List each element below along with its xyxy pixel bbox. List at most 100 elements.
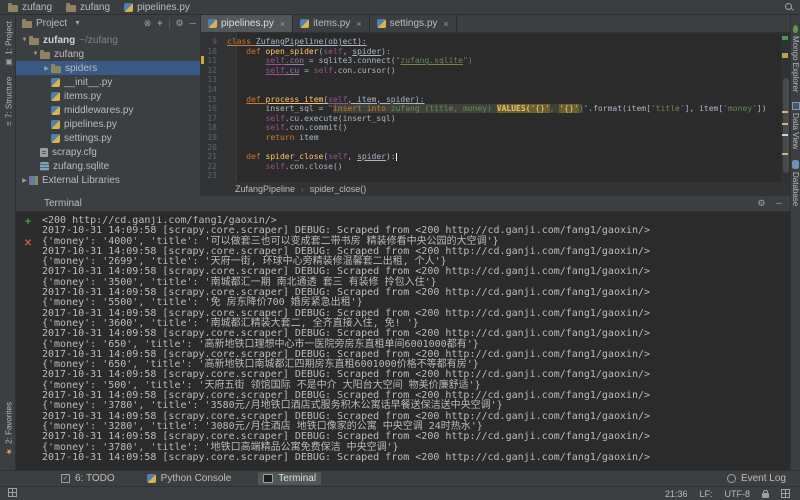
code-line: 22 self.con.close()	[201, 162, 781, 172]
plus-icon[interactable]: +	[16, 216, 40, 228]
code-token: self	[265, 123, 285, 133]
tool-button-data-view[interactable]: Data View	[791, 102, 800, 150]
search-icon[interactable]	[784, 2, 794, 12]
terminal-body[interactable]: + ✕ <200 http://cd.ganji.com/fang1/gaoxi…	[16, 212, 790, 470]
tree-item-zufang-sqlite[interactable]: zufang.sqlite	[16, 159, 200, 173]
tool-button-database[interactable]: Database	[791, 159, 800, 206]
titlebar-path-item-zufang[interactable]: zufang	[8, 2, 52, 13]
code-line: 16 insert_sql = "insert into zufang (tit…	[201, 104, 781, 114]
tool-button-python-console[interactable]: Python Console	[142, 472, 237, 485]
tool-button-1-project[interactable]: 1: Project	[3, 21, 15, 67]
close-icon[interactable]: ✕	[16, 238, 40, 250]
tree-item-init-py[interactable]: __init__.py	[16, 75, 200, 89]
hide-icon[interactable]	[776, 198, 782, 209]
line-separator[interactable]: LF:	[699, 489, 712, 499]
tree-item-zufang[interactable]: ▼ zufang	[16, 47, 200, 61]
breadcrumb-class[interactable]: ZufangPipeline	[235, 184, 295, 194]
code-token: .con.cursor()	[332, 65, 396, 75]
tab-items-py[interactable]: items.py ×	[293, 15, 370, 32]
code-text: insert_sql = "insert into zufang (title,…	[227, 104, 767, 114]
tool-button-6-todo[interactable]: 6: TODO	[56, 472, 120, 485]
plus-target-icon[interactable]	[157, 18, 162, 28]
tool-button-label: Terminal	[278, 473, 317, 484]
event-log-button[interactable]: Event Log	[726, 473, 800, 484]
code-token: self	[265, 56, 285, 66]
code-token: 'title'	[650, 104, 685, 114]
python-icon	[51, 133, 60, 143]
close-icon[interactable]: ×	[356, 19, 361, 29]
terminal-header-icons	[758, 198, 782, 209]
error-stripe[interactable]	[781, 33, 790, 182]
gear-icon[interactable]	[758, 198, 766, 209]
project-panel: Project ▼ ▼zufang~/zufang▼zufang▶spiders…	[16, 15, 201, 196]
tree-item-scrapy-cfg[interactable]: scrapy.cfg	[16, 145, 200, 159]
tree-item-zufang[interactable]: ▼ zufang ~/zufang	[16, 33, 200, 47]
tool-button-label: 2: Favorites	[4, 402, 14, 444]
code-token: ,	[549, 104, 560, 114]
tool-button-2-favorites[interactable]: 2: Favorites	[3, 402, 15, 456]
line-number: 11	[207, 56, 217, 66]
code-line: 21 def spider_close(self, spider):	[201, 152, 781, 162]
chevron-right-icon[interactable]: ▶	[42, 65, 51, 72]
line-number: 10	[207, 46, 217, 56]
toolwindow-toggle[interactable]	[0, 488, 17, 499]
tree-item-settings-py[interactable]: settings.py	[16, 131, 200, 145]
code-editor[interactable]: 9 class ZufangPipeline(object): 10 def ope…	[201, 33, 781, 182]
folder-icon	[29, 35, 39, 45]
terminal-title: Terminal	[44, 198, 82, 209]
project-panel-title-group[interactable]: Project ▼	[22, 18, 81, 29]
tree-item-label: spiders	[65, 62, 98, 74]
line-number: 9	[212, 37, 217, 46]
gear-icon[interactable]	[176, 18, 184, 29]
lock-icon[interactable]	[762, 489, 769, 498]
tree-item-pipelines-py[interactable]: pipelines.py	[16, 117, 200, 131]
tree-item-middlewares-py[interactable]: middlewares.py	[16, 103, 200, 117]
tool-button-7-structure[interactable]: 7: Structure	[3, 77, 15, 126]
chevron-down-icon[interactable]: ▼	[20, 37, 29, 43]
editor-scrollbar[interactable]	[783, 78, 789, 173]
code-token: self	[323, 46, 343, 56]
tab-label: pipelines.py	[221, 18, 274, 29]
caret-position[interactable]: 21:36	[665, 489, 688, 499]
tree-item-label: zufang	[54, 48, 85, 60]
circle-cross-icon[interactable]	[144, 18, 152, 29]
tool-button-mongo-explorer[interactable]: Mongo Explorer	[791, 25, 800, 92]
code-text: self.con.commit()	[227, 123, 348, 133]
terminal-gutter: + ✕	[16, 216, 40, 250]
breadcrumb-method[interactable]: spider_close()	[310, 184, 367, 194]
code-token: def	[246, 94, 266, 104]
titlebar-path-item-pipelines-py[interactable]: pipelines.py	[124, 2, 190, 13]
code-token: process_item	[265, 94, 324, 104]
tree-item-spiders[interactable]: ▶ spiders	[16, 61, 200, 75]
code-token: ")	[463, 56, 473, 66]
terminal-line: 2017-10-31 14:09:58 [scrapy.core.scraper…	[42, 451, 651, 463]
structure-icon	[5, 121, 14, 126]
titlebar-path-item-zufang[interactable]: zufang	[66, 2, 110, 13]
close-icon[interactable]: ×	[280, 19, 285, 29]
code-line: 12 self.cu = self.con.cursor()	[201, 66, 781, 76]
breadcrumb: ZufangPipeline › spider_close()	[201, 182, 790, 196]
tab-settings-py[interactable]: settings.py ×	[370, 15, 457, 32]
code-token: ,	[347, 152, 358, 162]
chevron-right-icon[interactable]: ▶	[20, 177, 29, 184]
tab-pipelines-py[interactable]: pipelines.py ×	[201, 15, 294, 32]
python-icon	[51, 91, 60, 101]
tree-item-external-libraries[interactable]: ▶ External Libraries	[16, 173, 200, 187]
editor-tabs: pipelines.py × items.py × settings.py ×	[201, 15, 790, 33]
close-icon[interactable]: ×	[443, 19, 448, 29]
terminal-header: Terminal	[16, 196, 790, 212]
code-token: 'money'	[723, 104, 757, 114]
stripe-mark	[782, 36, 788, 40]
chevron-down-icon[interactable]: ▼	[31, 51, 40, 57]
tree-item-items-py[interactable]: items.py	[16, 89, 200, 103]
tool-button-terminal[interactable]: Terminal	[258, 472, 322, 485]
hide-icon[interactable]	[190, 18, 196, 28]
screen-icon[interactable]	[781, 489, 790, 498]
file-encoding[interactable]: UTF-8	[725, 489, 751, 499]
left-stripe-top: 1: Project 7: Structure	[0, 15, 15, 136]
code-token: .con	[284, 56, 305, 66]
titlebar-path-label: pipelines.py	[137, 1, 190, 13]
